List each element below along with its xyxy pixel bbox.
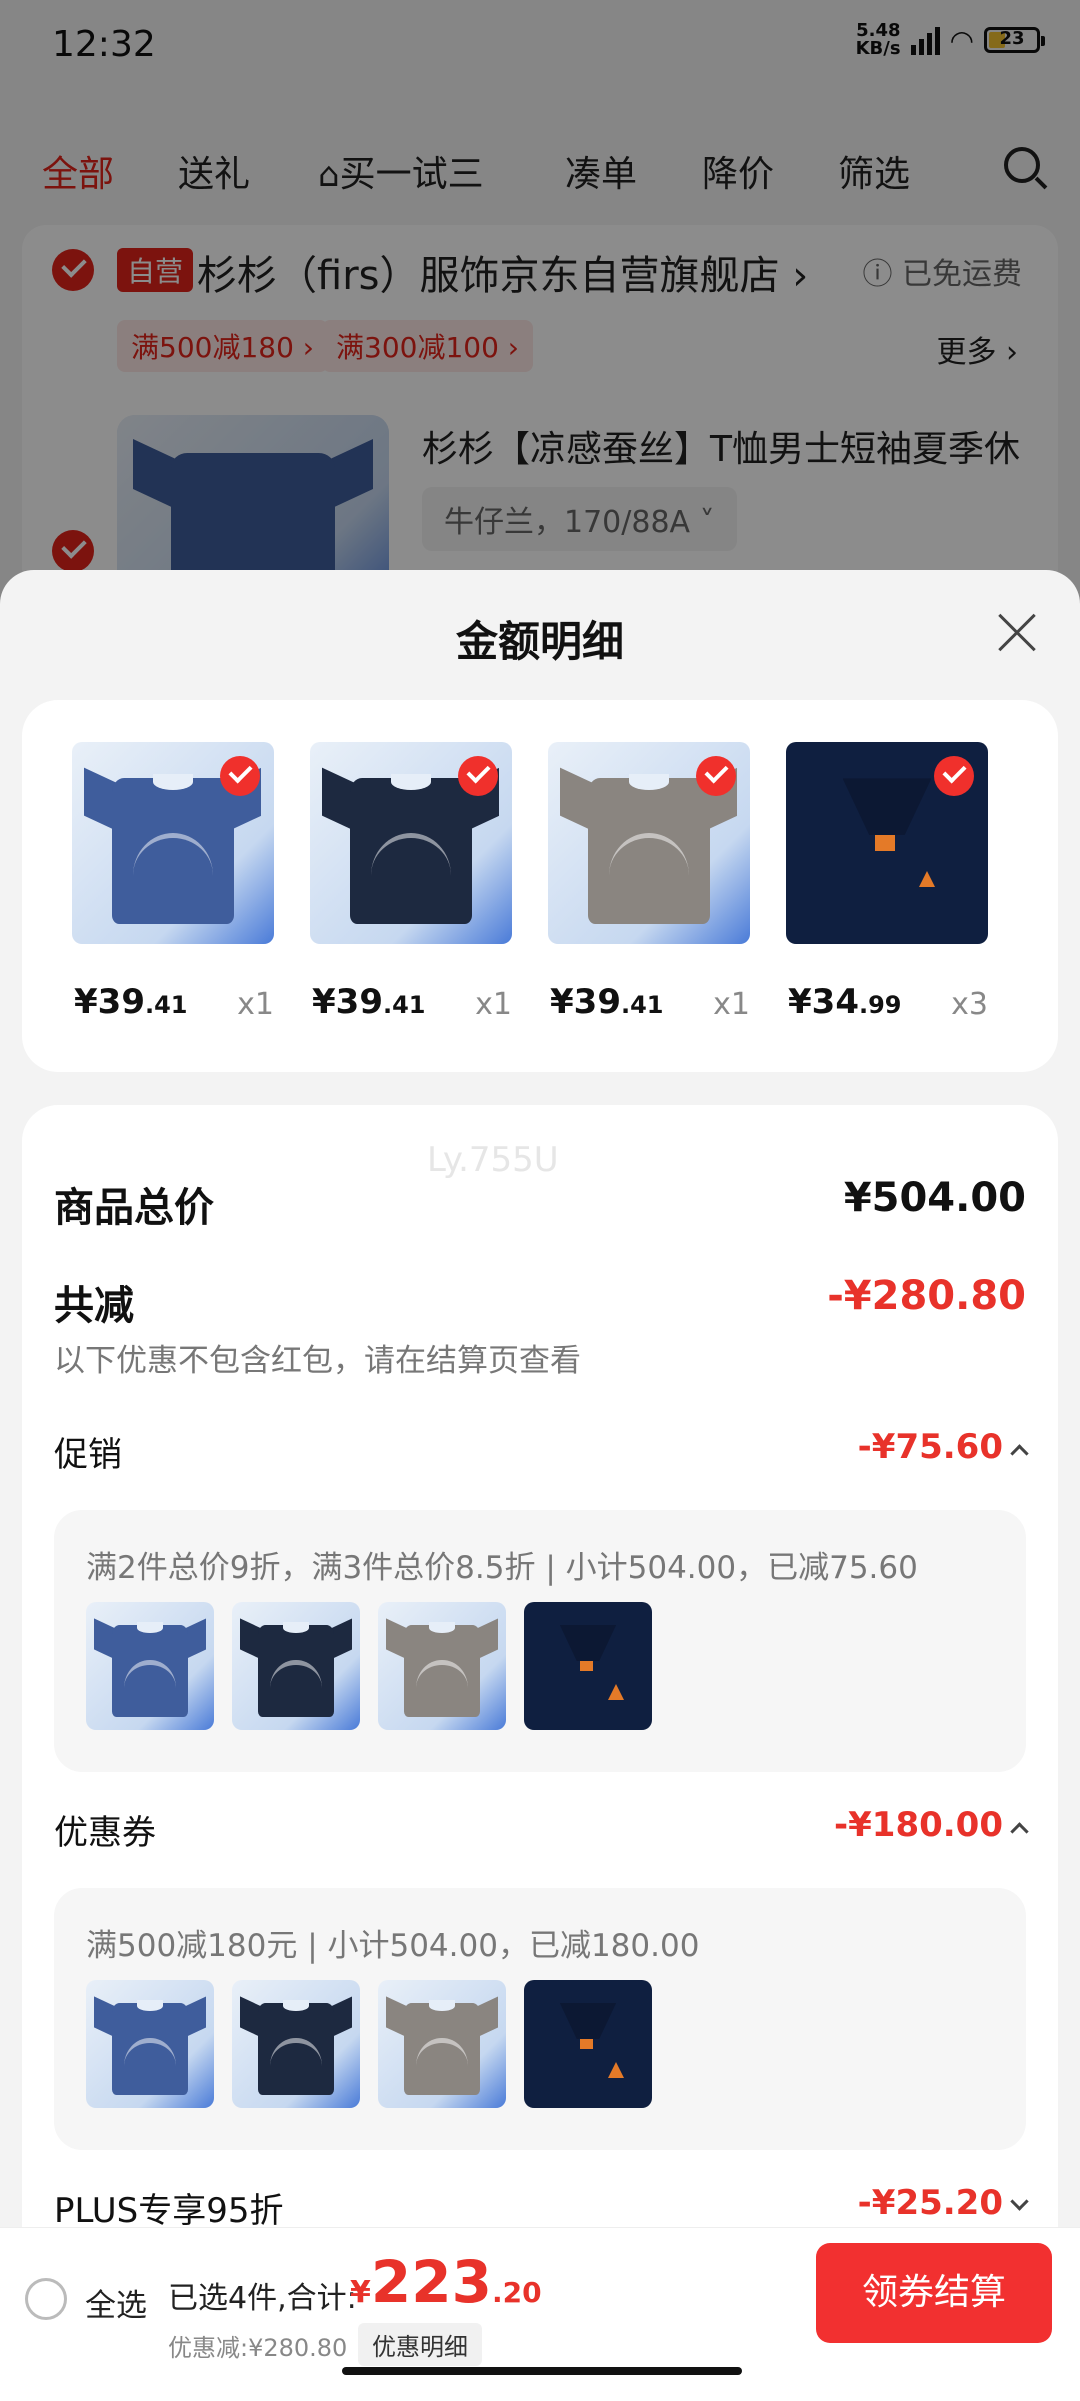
item-thumbnail <box>86 1602 214 1730</box>
coupon-toggle[interactable]: -¥180.00 <box>834 1805 1029 1845</box>
item-thumbnail <box>524 1980 652 2108</box>
item-price: ¥39.41 <box>550 982 664 1022</box>
saved-amount: 优惠减:¥280.80 <box>168 2334 348 2362</box>
promotion-label: 促销 <box>54 1435 122 1475</box>
item-price: ¥39.41 <box>312 982 426 1022</box>
promotion-detail-panel: 满2件总价9折，满3件总价8.5折 | 小计504.00，已减75.60 <box>54 1510 1026 1772</box>
item-quantity: x1 <box>237 987 274 1022</box>
checked-icon <box>458 756 498 796</box>
coupon-items <box>86 1980 652 2108</box>
item-thumbnail <box>86 1980 214 2108</box>
item-image <box>310 742 512 944</box>
selected-items-card: ¥39.41 x1 ¥39.41 x1 ¥39.41 x1 ¥34.99 x3 <box>22 700 1058 1072</box>
close-icon[interactable] <box>994 610 1040 656</box>
selected-item[interactable]: ¥39.41 x1 <box>72 742 276 1022</box>
home-indicator[interactable] <box>342 2367 742 2375</box>
total-amount: ¥223.20 <box>350 2248 542 2316</box>
coupon-label: 优惠券 <box>54 1813 156 1853</box>
checked-icon <box>220 756 260 796</box>
checked-icon <box>934 756 974 796</box>
item-quantity: x1 <box>713 987 750 1022</box>
item-thumbnail <box>232 1980 360 2108</box>
item-thumbnail <box>378 1980 506 2108</box>
chevron-down-icon <box>1010 2192 1029 2211</box>
amount-breakdown-card: Ly.755U 商品总价 ¥504.00 共减 -¥280.80 以下优惠不包含… <box>22 1105 1058 2400</box>
item-image <box>548 742 750 944</box>
checkout-button[interactable]: 领券结算 <box>816 2243 1052 2343</box>
chevron-up-icon <box>1010 1822 1029 1841</box>
item-price: ¥39.41 <box>74 982 188 1022</box>
total-price-value: ¥504.00 <box>843 1175 1026 1221</box>
item-price: ¥34.99 <box>788 982 902 1022</box>
sheet-title: 金额明细 <box>455 617 624 666</box>
plus-discount-label: PLUS专享95折 <box>54 2191 284 2231</box>
total-price-label: 商品总价 <box>54 1185 214 1231</box>
item-quantity: x3 <box>951 987 988 1022</box>
amount-detail-sheet: 金额明细 ¥39.41 x1 ¥39.41 x1 ¥39.41 x1 ¥34.99 x3 Ly… <box>0 570 1080 2400</box>
promotion-toggle[interactable]: -¥75.60 <box>858 1427 1029 1467</box>
total-reduction-label: 共减 <box>54 1283 134 1329</box>
selected-item[interactable]: ¥39.41 x1 <box>310 742 514 1022</box>
coupon-detail-panel: 满500减180元 | 小计504.00，已减180.00 <box>54 1888 1026 2150</box>
discount-detail-button[interactable]: 优惠明细 <box>358 2323 482 2366</box>
select-all-label[interactable]: 全选 <box>85 2280 147 2325</box>
item-thumbnail <box>232 1602 360 1730</box>
watermark-text: Ly.755U <box>427 1140 559 1180</box>
item-thumbnail <box>524 1602 652 1730</box>
item-image <box>72 742 274 944</box>
promotion-detail-text: 满2件总价9折，满3件总价8.5折 | 小计504.00，已减75.60 <box>86 1550 918 1586</box>
plus-discount-toggle[interactable]: -¥25.20 <box>858 2183 1029 2223</box>
promotion-items <box>86 1602 652 1730</box>
checked-icon <box>696 756 736 796</box>
reduction-note: 以下优惠不包含红包，请在结算页查看 <box>54 1343 581 1379</box>
item-quantity: x1 <box>475 987 512 1022</box>
select-all-radio[interactable] <box>25 2278 67 2320</box>
selected-count-label: 已选4件,合计: <box>168 2281 357 2316</box>
item-thumbnail <box>378 1602 506 1730</box>
selected-item[interactable]: ¥39.41 x1 <box>548 742 752 1022</box>
selected-item[interactable]: ¥34.99 x3 <box>786 742 990 1022</box>
total-reduction-value: -¥280.80 <box>827 1273 1026 1319</box>
coupon-detail-text: 满500减180元 | 小计504.00，已减180.00 <box>86 1928 700 1964</box>
item-image <box>786 742 988 944</box>
chevron-up-icon <box>1010 1444 1029 1463</box>
